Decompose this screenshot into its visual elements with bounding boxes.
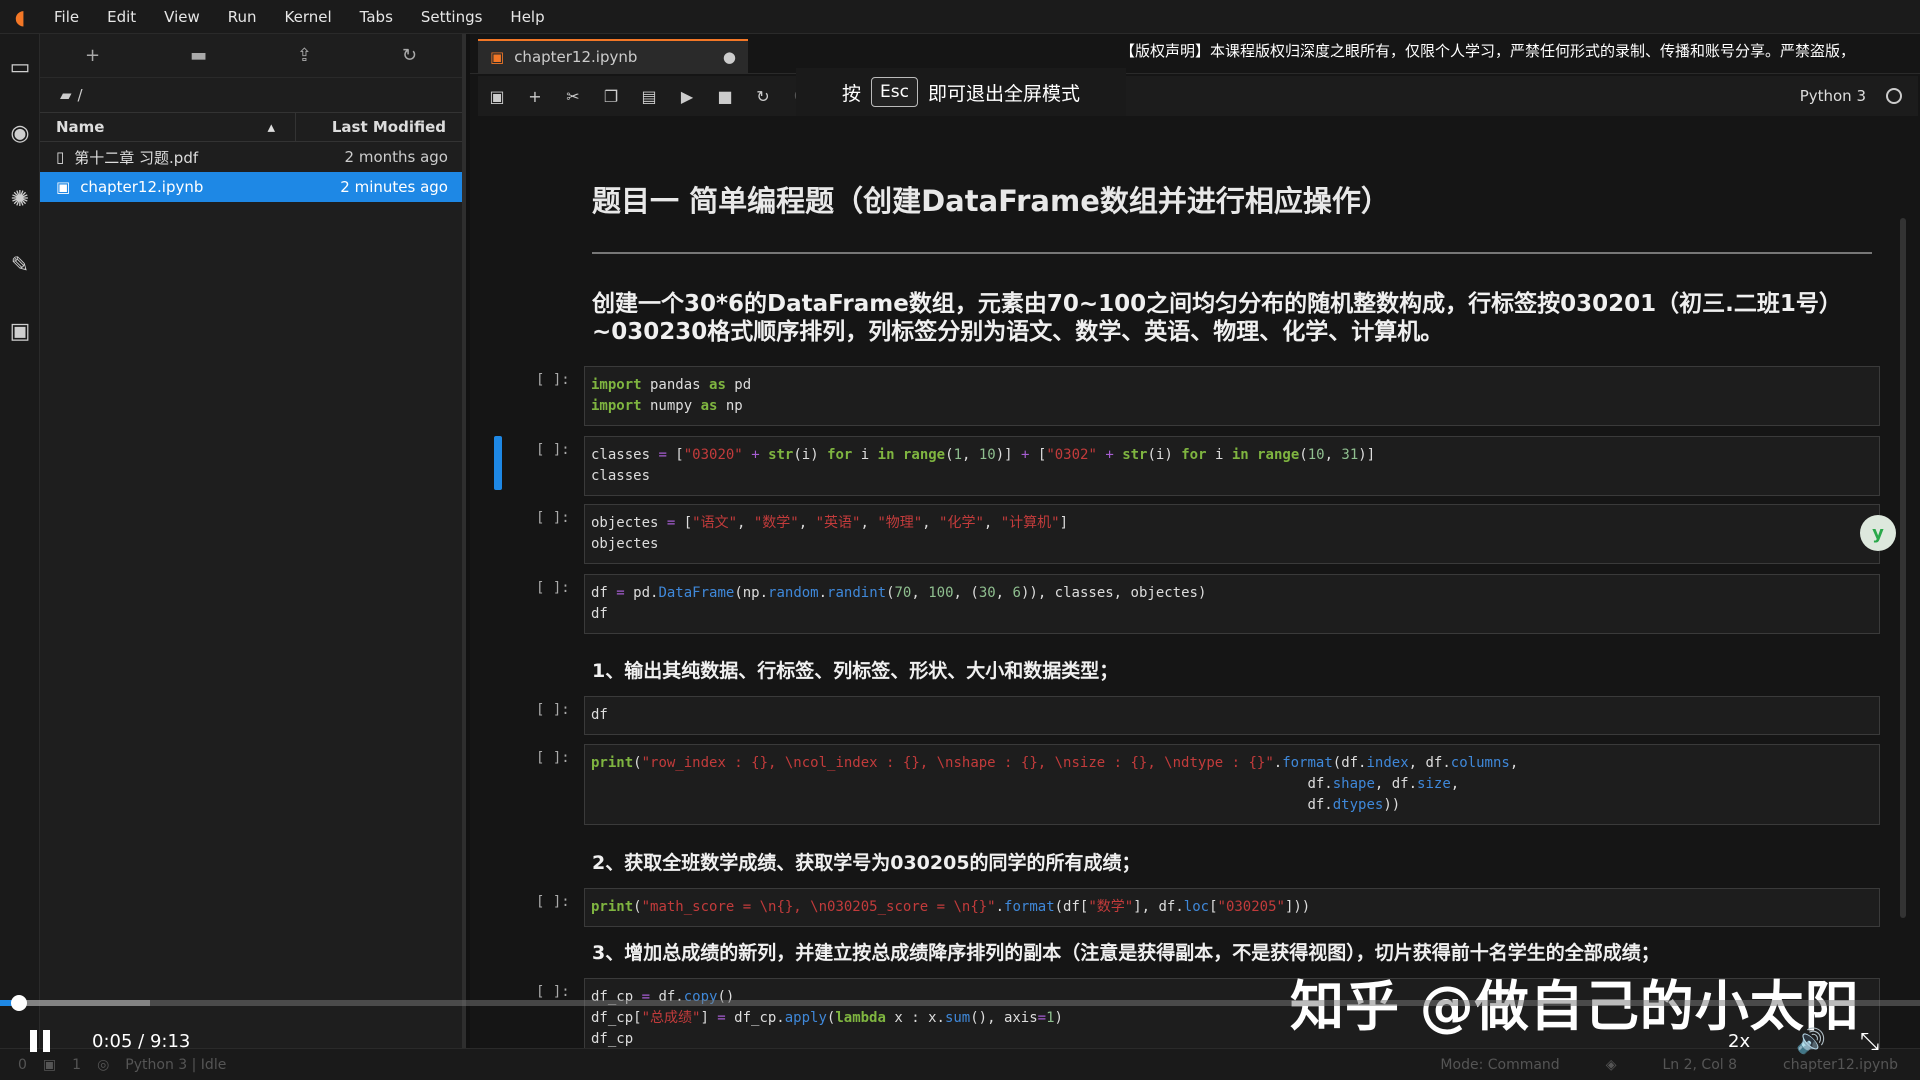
task-item-3: 3、增加总成绩的新列，并建立按总成绩降序排列的副本（注意是获得副本，不是获得视图… <box>592 942 1660 964</box>
active-cell-indicator <box>494 436 502 490</box>
upload-icon[interactable]: ⇪ <box>297 45 312 66</box>
fullscreen-exit-hint: 按 Esc 即可退出全屏模式 <box>796 68 1126 116</box>
task-description: 创建一个30*6的DataFrame数组，元素由70~100之间均匀分布的随机整… <box>592 291 1842 345</box>
pause-icon[interactable] <box>30 1029 54 1053</box>
cell-input[interactable]: objectes = ["语文", "数学", "英语", "物理", "化学"… <box>584 504 1880 564</box>
grammarly-icon[interactable]: y <box>1860 515 1896 551</box>
file-browser: + ▬ ⇪ ↻ ▰ / Name ▴ Last Modified ▯ 第十二章 习题… <box>40 34 466 1048</box>
video-total-time: 9:13 <box>149 1030 191 1052</box>
volume-icon[interactable]: 🔊 <box>1796 1027 1826 1055</box>
paste-icon[interactable]: ▤ <box>630 87 668 106</box>
video-time: 0:05 / 9:13 <box>92 1030 191 1052</box>
menu-kernel[interactable]: Kernel <box>271 8 346 26</box>
main-area: ▣ chapter12.ipynb ● ▣ + ✂ ❐ ▤ ▶ ■ ↻ Code… <box>470 34 1920 1048</box>
cell-prompt: [ ]: <box>536 510 570 526</box>
menu-edit[interactable]: Edit <box>93 8 150 26</box>
code-cell[interactable]: [ ]: print("math_score = \n{}, \n030205_… <box>536 888 1880 927</box>
file-browser-toolbar: + ▬ ⇪ ↻ <box>40 34 462 78</box>
file-icon: ▯ <box>56 148 65 166</box>
cell-input[interactable]: import pandas as pd import numpy as np <box>584 366 1880 426</box>
menu-bar: ◖ File Edit View Run Kernel Tabs Setting… <box>0 0 1920 34</box>
code-cell[interactable]: [ ]: print("row_index : {}, \ncol_index … <box>536 744 1880 825</box>
kernel-status-icon <box>1886 88 1902 104</box>
breadcrumb-root[interactable]: / <box>78 86 83 104</box>
esc-key: Esc <box>871 77 918 107</box>
tabs-icon[interactable]: ▣ <box>0 298 40 364</box>
cell-input[interactable]: df = pd.DataFrame(np.random.randint(70, … <box>584 574 1880 634</box>
video-controls: 0:05 / 9:13 2x 🔊 ⤡ <box>0 1012 1920 1070</box>
copyright-notice: 【版权声明】本课程版权归深度之眼所有，仅限个人学习，严禁任何形式的录制、传播和账… <box>1120 42 1856 60</box>
file-list-header: Name ▴ Last Modified <box>40 112 462 142</box>
file-row[interactable]: ▯ 第十二章 习题.pdf 2 months ago <box>40 142 462 172</box>
palette-icon[interactable]: ✺ <box>0 166 40 232</box>
cell-prompt: [ ]: <box>536 372 570 388</box>
notebook-content: 题目一 简单编程题（创建DataFrame数组并进行相应操作） 创建一个30*6… <box>470 118 1910 1048</box>
unsaved-dot-icon[interactable]: ● <box>723 48 736 66</box>
video-current-time: 0:05 <box>92 1030 133 1052</box>
video-progress-bar[interactable] <box>0 995 1920 1011</box>
notebook-icon: ▣ <box>490 48 505 66</box>
restart-icon[interactable]: ↻ <box>744 87 782 106</box>
folder-icon[interactable]: ▭ <box>0 34 40 100</box>
page-title: 题目一 简单编程题（创建DataFrame数组并进行相应操作） <box>592 184 1390 218</box>
file-name: 第十二章 习题.pdf <box>74 148 199 167</box>
insert-cell-icon[interactable]: + <box>516 87 554 106</box>
column-last-modified[interactable]: Last Modified <box>296 118 462 136</box>
notebook-toolbar: ▣ + ✂ ❐ ▤ ▶ ■ ↻ Code Python 3 <box>478 76 1918 116</box>
stop-icon[interactable]: ■ <box>706 87 744 106</box>
tab-chapter12[interactable]: ▣ chapter12.ipynb ● <box>478 39 748 73</box>
cell-prompt: [ ]: <box>536 702 570 718</box>
divider <box>592 252 1872 254</box>
jupyter-logo-icon: ◖ <box>14 4 26 29</box>
menu-settings[interactable]: Settings <box>407 8 497 26</box>
folder-icon[interactable]: ▰ <box>60 86 72 104</box>
file-row[interactable]: ▣ chapter12.ipynb 2 minutes ago <box>40 172 462 202</box>
cell-input[interactable]: classes = ["03020" + str(i) for i in ran… <box>584 436 1880 496</box>
cell-input[interactable]: print("math_score = \n{}, \n030205_score… <box>584 888 1880 927</box>
file-modified: 2 months ago <box>344 148 448 166</box>
menu-help[interactable]: Help <box>496 8 558 26</box>
cut-icon[interactable]: ✂ <box>554 87 592 106</box>
cell-prompt: [ ]: <box>536 750 570 766</box>
save-icon[interactable]: ▣ <box>478 87 516 106</box>
menu-tabs[interactable]: Tabs <box>346 8 407 26</box>
cell-input[interactable]: print("row_index : {}, \ncol_index : {},… <box>584 744 1880 825</box>
refresh-icon[interactable]: ↻ <box>402 45 417 66</box>
kernel-name[interactable]: Python 3 <box>1800 87 1866 105</box>
run-icon[interactable]: ▶ <box>668 87 706 106</box>
column-name[interactable]: Name ▴ <box>40 113 296 141</box>
running-kernels-icon[interactable]: ◉ <box>0 100 40 166</box>
task-item-2: 2、获取全班数学成绩、获取学号为030205的同学的所有成绩； <box>592 852 1141 874</box>
breadcrumb: ▰ / <box>40 78 462 112</box>
notebook-scrollbar[interactable] <box>1900 218 1906 918</box>
cell-prompt: [ ]: <box>536 442 570 458</box>
new-folder-icon[interactable]: ▬ <box>190 45 207 66</box>
playback-speed-button[interactable]: 2x <box>1728 1031 1750 1052</box>
code-cell[interactable]: [ ]: import pandas as pd import numpy as… <box>536 366 1880 426</box>
sort-up-icon: ▴ <box>267 118 275 136</box>
cell-prompt: [ ]: <box>536 984 570 1000</box>
menu-run[interactable]: Run <box>214 8 271 26</box>
cell-prompt: [ ]: <box>536 894 570 910</box>
task-item-1: 1、输出其纯数据、行标签、列标签、形状、大小和数据类型； <box>592 660 1119 682</box>
code-cell[interactable]: [ ]: classes = ["03020" + str(i) for i i… <box>536 436 1880 496</box>
notebook-icon: ▣ <box>56 178 71 196</box>
cell-input[interactable]: df <box>584 696 1880 735</box>
cell-prompt: [ ]: <box>536 580 570 596</box>
file-name: chapter12.ipynb <box>80 178 204 196</box>
new-launcher-icon[interactable]: + <box>85 45 100 66</box>
file-modified: 2 minutes ago <box>340 178 448 196</box>
wrench-icon[interactable]: ✎ <box>0 232 40 298</box>
code-cell[interactable]: [ ]: df <box>536 696 1880 735</box>
menu-file[interactable]: File <box>40 8 93 26</box>
menu-view[interactable]: View <box>150 8 214 26</box>
copy-icon[interactable]: ❐ <box>592 87 630 106</box>
left-sidebar-tabs: ▭ ◉ ✺ ✎ ▣ <box>0 34 40 1048</box>
code-cell[interactable]: [ ]: objectes = ["语文", "数学", "英语", "物理",… <box>536 504 1880 564</box>
exit-fullscreen-icon[interactable]: ⤡ <box>1860 1027 1879 1055</box>
code-cell[interactable]: [ ]: df = pd.DataFrame(np.random.randint… <box>536 574 1880 634</box>
